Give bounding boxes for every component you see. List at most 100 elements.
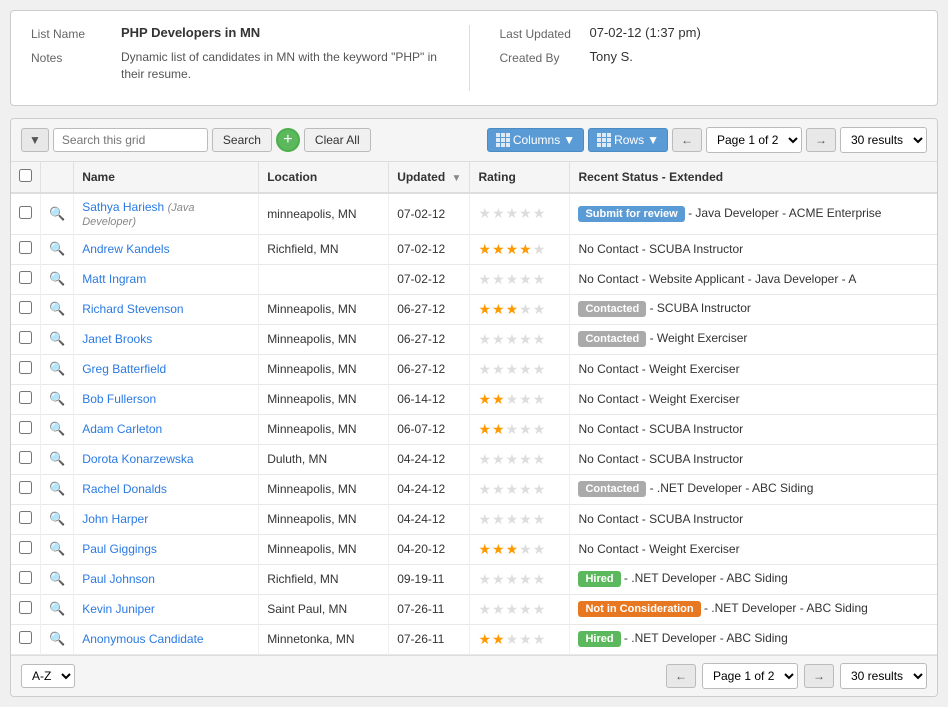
row-checkbox[interactable]	[19, 331, 32, 344]
star-icon: ★	[506, 481, 519, 498]
notes-value: Dynamic list of candidates in MN with th…	[121, 49, 449, 83]
candidate-name-link[interactable]: Greg Batterfield	[82, 362, 166, 376]
star-icon: ★	[519, 481, 532, 498]
page-select[interactable]: Page 1 of 2	[706, 127, 802, 153]
filter-dropdown-button[interactable]: ▼	[21, 128, 49, 152]
status-description: - .NET Developer - ABC Siding	[650, 481, 814, 495]
row-checkbox[interactable]	[19, 206, 32, 219]
row-checkbox[interactable]	[19, 421, 32, 434]
clear-button[interactable]: Clear All	[304, 128, 371, 152]
row-search-icon[interactable]: 🔍	[49, 601, 65, 616]
info-right: Last Updated 07-02-12 (1:37 pm) Created …	[470, 25, 918, 91]
candidate-status: Hired - .NET Developer - ABC Siding	[570, 624, 937, 654]
star-icon: ★	[506, 205, 519, 222]
candidate-location: Minneapolis, MN	[259, 474, 389, 504]
candidate-name-link[interactable]: Matt Ingram	[82, 272, 146, 286]
rows-button[interactable]: Rows ▼	[588, 128, 668, 152]
star-icon: ★	[506, 271, 519, 288]
row-search-icon[interactable]: 🔍	[49, 331, 65, 346]
candidate-name-link[interactable]: Richard Stevenson	[82, 302, 183, 316]
bottom-results-select[interactable]: 30 results	[840, 663, 927, 689]
row-search-icon[interactable]: 🔍	[49, 481, 65, 496]
row-search-icon[interactable]: 🔍	[49, 451, 65, 466]
status-description: No Contact - Weight Exerciser	[578, 362, 739, 376]
status-description: No Contact - Website Applicant - Java De…	[578, 272, 856, 286]
candidate-name-link[interactable]: Andrew Kandels	[82, 242, 169, 256]
info-left: List Name PHP Developers in MN Notes Dyn…	[31, 25, 470, 91]
candidate-updated: 04-24-12	[389, 444, 470, 474]
status-description: No Contact - SCUBA Instructor	[578, 422, 743, 436]
bottom-page-select[interactable]: Page 1 of 2	[702, 663, 798, 689]
row-checkbox[interactable]	[19, 571, 32, 584]
row-checkbox[interactable]	[19, 511, 32, 524]
candidate-name-link[interactable]: John Harper	[82, 512, 148, 526]
search-input[interactable]	[53, 128, 208, 152]
star-icon: ★	[492, 205, 505, 222]
star-icon: ★	[478, 481, 491, 498]
row-checkbox[interactable]	[19, 271, 32, 284]
status-description: - .NET Developer - ABC Siding	[624, 571, 788, 585]
row-search-icon[interactable]: 🔍	[49, 391, 65, 406]
candidate-name-link[interactable]: Paul Johnson	[82, 572, 155, 586]
candidate-name-link[interactable]: Adam Carleton	[82, 422, 162, 436]
candidate-name-link[interactable]: Dorota Konarzewska	[82, 452, 193, 466]
row-search-icon[interactable]: 🔍	[49, 571, 65, 586]
row-search-icon[interactable]: 🔍	[49, 301, 65, 316]
columns-button[interactable]: Columns ▼	[487, 128, 584, 152]
row-search-icon[interactable]: 🔍	[49, 361, 65, 376]
star-icon: ★	[492, 571, 505, 588]
row-checkbox[interactable]	[19, 451, 32, 464]
select-all-checkbox[interactable]	[19, 169, 32, 182]
candidate-name-link[interactable]: Kevin Juniper	[82, 602, 155, 616]
candidate-name-link[interactable]: Rachel Donalds	[82, 482, 167, 496]
table-row: 🔍Rachel DonaldsMinneapolis, MN04-24-12★★…	[11, 474, 937, 504]
next-page-button[interactable]: →	[806, 128, 836, 152]
row-checkbox[interactable]	[19, 301, 32, 314]
candidate-rating: ★★★★★	[470, 193, 570, 235]
star-icon: ★	[492, 601, 505, 618]
row-checkbox[interactable]	[19, 481, 32, 494]
table-row: 🔍Greg BatterfieldMinneapolis, MN06-27-12…	[11, 354, 937, 384]
star-icon: ★	[478, 391, 491, 408]
candidate-name-link[interactable]: Bob Fullerson	[82, 392, 156, 406]
star-icon: ★	[533, 421, 546, 438]
candidate-name-link[interactable]: Sathya Hariesh	[82, 200, 164, 214]
row-checkbox[interactable]	[19, 361, 32, 374]
search-button[interactable]: Search	[212, 128, 272, 152]
row-search-icon[interactable]: 🔍	[49, 631, 65, 646]
bottom-next-button[interactable]: →	[804, 664, 834, 688]
row-checkbox[interactable]	[19, 631, 32, 644]
status-description: No Contact - SCUBA Instructor	[578, 512, 743, 526]
row-checkbox[interactable]	[19, 601, 32, 614]
table-row: 🔍John HarperMinneapolis, MN04-24-12★★★★★…	[11, 504, 937, 534]
star-icon: ★	[478, 421, 491, 438]
row-checkbox[interactable]	[19, 391, 32, 404]
row-checkbox[interactable]	[19, 541, 32, 554]
star-icon: ★	[533, 481, 546, 498]
candidate-status: No Contact - SCUBA Instructor	[570, 414, 937, 444]
sort-select[interactable]: A-Z	[21, 664, 75, 688]
bottom-prev-button[interactable]: ←	[666, 664, 696, 688]
star-icon: ★	[492, 391, 505, 408]
row-checkbox[interactable]	[19, 241, 32, 254]
header-name: Name	[74, 162, 259, 193]
row-search-icon[interactable]: 🔍	[49, 541, 65, 556]
candidate-name-link[interactable]: Janet Brooks	[82, 332, 152, 346]
add-button[interactable]: +	[276, 128, 300, 152]
candidate-name-link[interactable]: Anonymous Candidate	[82, 632, 203, 646]
header-search-col	[41, 162, 74, 193]
row-search-icon[interactable]: 🔍	[49, 511, 65, 526]
row-search-icon[interactable]: 🔍	[49, 241, 65, 256]
star-icon: ★	[519, 511, 532, 528]
row-search-icon[interactable]: 🔍	[49, 421, 65, 436]
candidate-name-link[interactable]: Paul Giggings	[82, 542, 157, 556]
row-search-icon[interactable]: 🔍	[49, 271, 65, 286]
row-search-icon[interactable]: 🔍	[49, 206, 65, 221]
star-icon: ★	[506, 331, 519, 348]
prev-page-button[interactable]: ←	[672, 128, 702, 152]
star-icon: ★	[478, 271, 491, 288]
table-row: 🔍Bob FullersonMinneapolis, MN06-14-12★★★…	[11, 384, 937, 414]
results-select[interactable]: 30 results	[840, 127, 927, 153]
star-icon: ★	[533, 631, 546, 648]
star-icon: ★	[492, 271, 505, 288]
